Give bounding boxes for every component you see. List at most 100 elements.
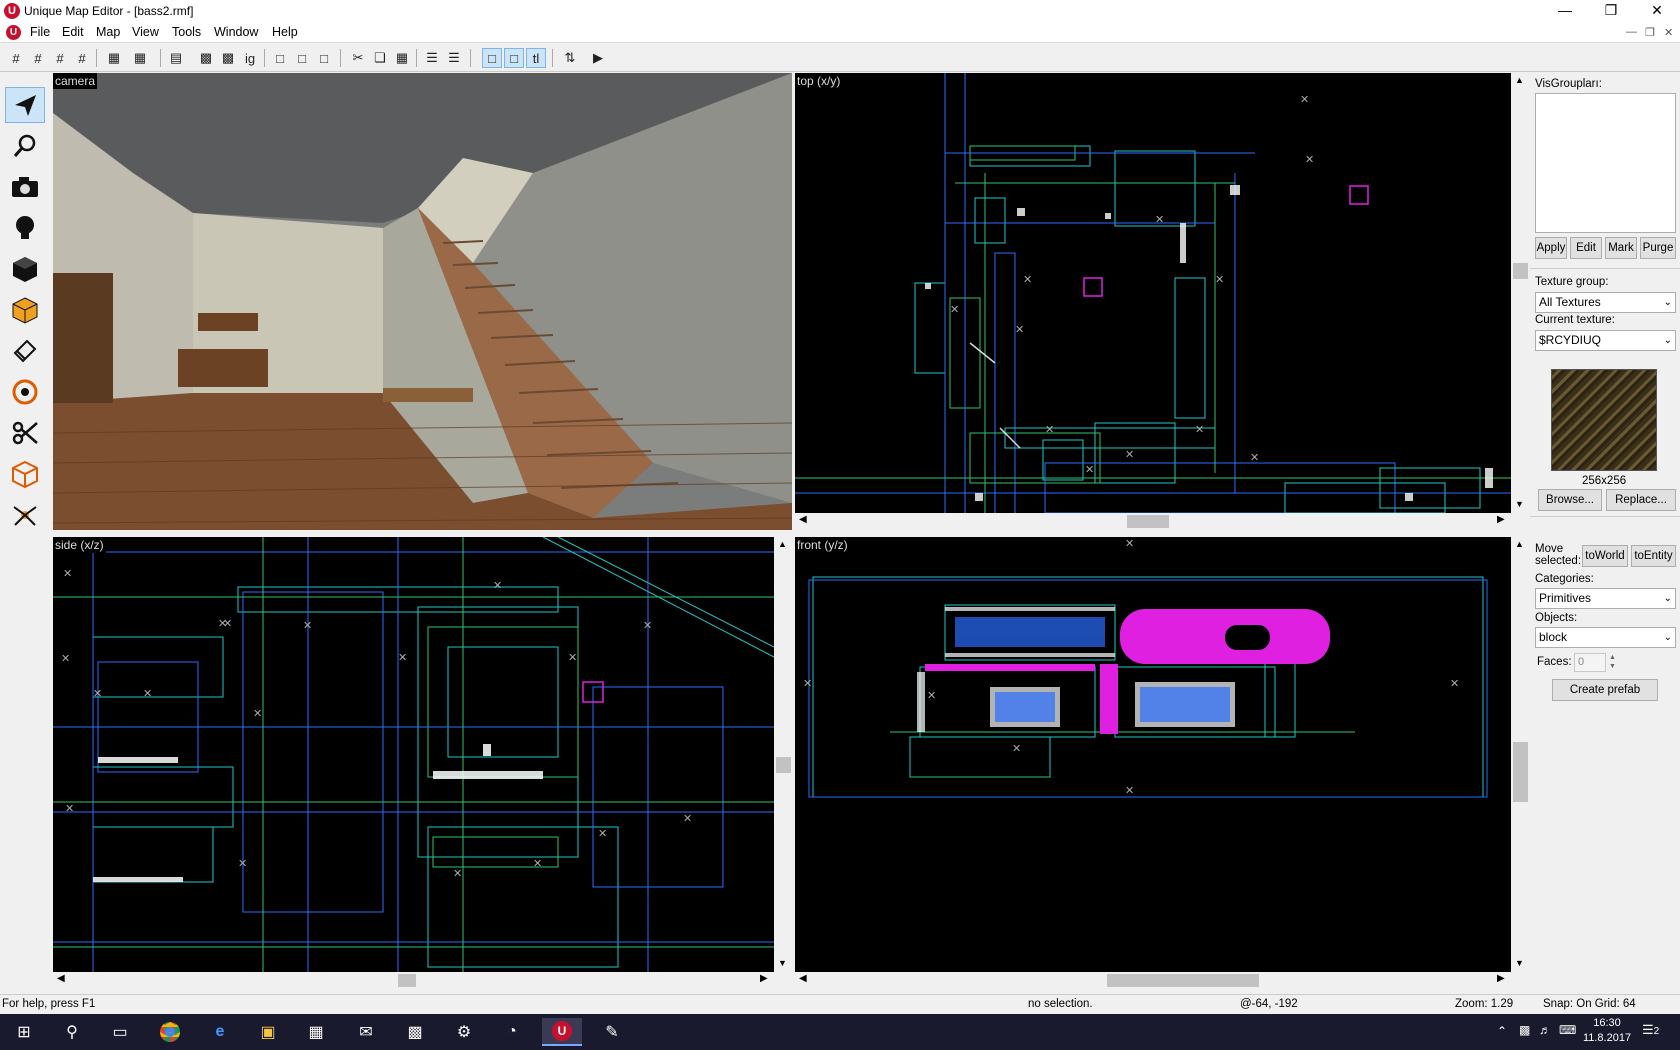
objects-select[interactable]: block ⌄	[1535, 627, 1676, 648]
paint-icon[interactable]: ✎	[592, 1018, 632, 1046]
svg-text:✕: ✕	[1015, 324, 1024, 336]
notifications-icon[interactable]: ☰2	[1642, 1022, 1659, 1038]
view-selection-icon[interactable]: □	[504, 48, 524, 68]
menu-window[interactable]: Window	[210, 25, 262, 39]
box-icon[interactable]: □	[314, 48, 334, 68]
rotate-icon[interactable]: □	[292, 48, 312, 68]
menu-help[interactable]: Help	[268, 25, 302, 39]
file-explorer-icon[interactable]: ▣	[248, 1018, 288, 1046]
media-icon[interactable]: ▩	[395, 1018, 435, 1046]
edge-icon[interactable]: e	[200, 1018, 240, 1046]
categories-select[interactable]: Primitives ⌄	[1535, 588, 1676, 609]
carve-icon[interactable]: ▩	[196, 48, 216, 68]
grid-plus-icon[interactable]: #	[72, 48, 92, 68]
view-tl-icon[interactable]: tl	[526, 48, 546, 68]
texture-lock-icon[interactable]: ☰	[422, 48, 442, 68]
network-icon[interactable]: ▩	[1519, 1023, 1530, 1037]
create-prefab-button[interactable]: Create prefab	[1552, 679, 1658, 701]
ignore-groups-icon[interactable]: ig	[240, 48, 260, 68]
mdi-close-button[interactable]: ✕	[1664, 26, 1673, 39]
faces-input[interactable]: 0	[1574, 653, 1606, 672]
map-editor-taskbar-icon[interactable]: U	[542, 1018, 582, 1046]
texture-scale-icon[interactable]: ☰	[444, 48, 464, 68]
minimize-button[interactable]: —	[1542, 0, 1588, 22]
task-view-icon[interactable]: ▭	[100, 1018, 140, 1046]
run-icon[interactable]: ▶	[588, 48, 608, 68]
mail-icon[interactable]: ✉	[346, 1018, 386, 1046]
group-icon[interactable]: ▦	[104, 48, 124, 68]
edit-button[interactable]: Edit	[1570, 237, 1602, 259]
faces-stepper[interactable]: ▲ ▼	[1606, 653, 1619, 672]
mdi-restore-button[interactable]: ❐	[1645, 26, 1655, 39]
svg-text:✕: ✕	[1125, 538, 1134, 550]
replace-button[interactable]: Replace...	[1606, 489, 1676, 511]
camera-viewport[interactable]: camera	[53, 73, 792, 530]
select-icon[interactable]: □	[270, 48, 290, 68]
mark-button[interactable]: Mark	[1605, 237, 1637, 259]
menu-tools[interactable]: Tools	[168, 25, 205, 39]
menu-map[interactable]: Map	[92, 25, 124, 39]
decal-tool-icon[interactable]	[5, 374, 45, 410]
current-texture-select[interactable]: $RCYDIUQ ⌄	[1535, 330, 1676, 351]
clip-tool-icon[interactable]	[5, 415, 45, 451]
purge-button[interactable]: Purge	[1640, 237, 1676, 259]
to-world-button[interactable]: toWorld	[1582, 545, 1628, 567]
grid-larger-icon[interactable]: #	[50, 48, 70, 68]
mdi-minimize-button[interactable]: —	[1626, 26, 1637, 38]
clock[interactable]: 16:30 11.8.2017	[1582, 1016, 1632, 1046]
volume-icon[interactable]: ♬	[1539, 1023, 1551, 1037]
top-view-hscroll[interactable]: ◀ ▶	[795, 513, 1511, 530]
entity-tool-icon[interactable]	[5, 210, 45, 246]
document-icon[interactable]: U	[6, 25, 21, 40]
compile-icon[interactable]: ⇅	[560, 48, 580, 68]
apply-texture-icon[interactable]	[5, 333, 45, 369]
menu-edit[interactable]: Edit	[58, 25, 88, 39]
grid-icon[interactable]: #	[6, 48, 26, 68]
side-panel: VisGroupları: Apply Edit Mark Purge Text…	[1530, 73, 1680, 991]
side-viewport[interactable]: ✕ ✕ ✕ ✕ ✕ ✕ ✕ ✕ ✕ ✕ ✕ ✕ ✕ ✕ ✕ ✕ ✕ ✕ side (x/z)	[53, 537, 774, 972]
front-view-vscroll[interactable]: ▲ ▼	[1511, 537, 1530, 972]
front-view-hscroll[interactable]: ◀ ▶	[795, 972, 1511, 989]
maximize-button[interactable]: ❐	[1588, 0, 1634, 22]
start-icon[interactable]: ⊞	[4, 1018, 44, 1046]
grid-smaller-icon[interactable]: #	[28, 48, 48, 68]
side-view-vscroll[interactable]: ▲ ▼	[774, 537, 793, 972]
view-wireframe-icon[interactable]: □	[482, 48, 502, 68]
front-viewport[interactable]: ✕ ✕ ✕ ✕ ✕ ✕ front (y/z)	[795, 537, 1511, 972]
steam-icon[interactable]: ⚙	[444, 1018, 484, 1046]
side-view-label: side (x/z)	[53, 537, 106, 553]
close-button[interactable]: ✕	[1634, 0, 1680, 22]
hollow-icon[interactable]: ▩	[218, 48, 238, 68]
cut-icon[interactable]: ✂	[348, 48, 368, 68]
texture-group-select[interactable]: All Textures ⌄	[1535, 292, 1676, 313]
keyboard-icon[interactable]: ⌨	[1559, 1023, 1576, 1037]
store-icon[interactable]: ▦	[296, 1018, 336, 1046]
apply-button[interactable]: Apply	[1535, 237, 1567, 259]
camera-tool-icon[interactable]	[5, 169, 45, 205]
copy-icon[interactable]: ❏	[370, 48, 390, 68]
block-tool-icon[interactable]	[5, 251, 45, 287]
top-viewport[interactable]: ✕ ✕ ✕ ✕ ✕ ✕ ✕ ✕ ✕ ✕ ✕ ✕ top (x/y)	[795, 73, 1511, 513]
to-entity-button[interactable]: toEntity	[1631, 545, 1676, 567]
selection-tool-icon[interactable]	[5, 87, 45, 123]
menu-file[interactable]: File	[26, 25, 54, 39]
menu-view[interactable]: View	[128, 25, 163, 39]
browse-button[interactable]: Browse...	[1538, 489, 1602, 511]
visgroups-list[interactable]	[1535, 93, 1676, 233]
side-view-hscroll[interactable]: ◀ ▶	[53, 972, 774, 989]
svg-text:✕: ✕	[1125, 449, 1134, 461]
ungroup-icon[interactable]: ▦	[130, 48, 150, 68]
print-icon[interactable]: ▤	[166, 48, 186, 68]
status-bar: For help, press F1 no selection. @-64, -…	[0, 994, 1680, 1014]
top-view-vscroll[interactable]: ▲ ▼	[1511, 73, 1530, 513]
app-logo-icon: U	[4, 3, 20, 19]
path-tool-icon[interactable]	[5, 497, 45, 533]
vertex-tool-icon[interactable]	[5, 456, 45, 492]
app-icon[interactable]: ◔	[492, 1018, 532, 1046]
texture-tool-icon[interactable]	[5, 292, 45, 328]
paste-icon[interactable]: ▦	[392, 48, 412, 68]
magnify-tool-icon[interactable]	[5, 128, 45, 164]
chrome-icon[interactable]	[150, 1018, 190, 1046]
tray-chevron-icon[interactable]: ⌃	[1497, 1024, 1507, 1038]
search-icon[interactable]: ⚲	[52, 1018, 92, 1046]
